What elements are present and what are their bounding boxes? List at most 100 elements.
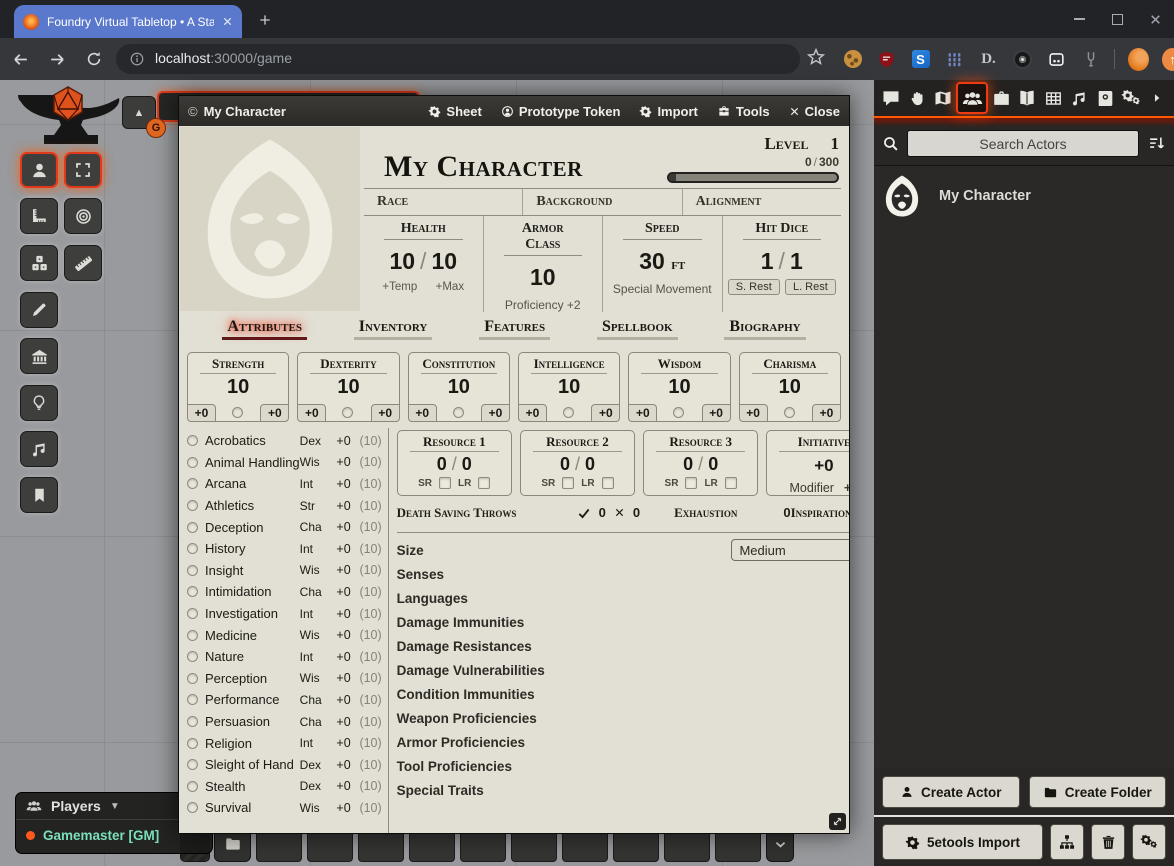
check-mod[interactable]: +0: [371, 404, 400, 422]
check-mod[interactable]: +0: [481, 404, 510, 422]
settings-button[interactable]: [1132, 824, 1166, 860]
save-mod[interactable]: +0: [297, 404, 326, 422]
save-mod[interactable]: +0: [628, 404, 657, 422]
sounds-tool-button[interactable]: [20, 431, 58, 467]
death-success-count[interactable]: 0: [599, 505, 606, 520]
chat-tab-icon[interactable]: [878, 83, 904, 113]
skill-prof-radio[interactable]: [187, 522, 198, 533]
folder-tree-button[interactable]: [1050, 824, 1084, 860]
skill-prof-radio[interactable]: [187, 478, 198, 489]
skill-prof-radio[interactable]: [187, 673, 198, 684]
search-actors-input[interactable]: [907, 130, 1139, 157]
check-mod[interactable]: +0: [591, 404, 620, 422]
tab-features[interactable]: Features: [479, 318, 550, 340]
actor-list-item[interactable]: My Character: [874, 171, 1174, 221]
skill-row[interactable]: PerformanceCha+0(10): [179, 689, 388, 711]
delete-button[interactable]: [1091, 824, 1125, 860]
proficiency-radio[interactable]: [342, 407, 353, 418]
skill-row[interactable]: InvestigationInt+0(10): [179, 603, 388, 625]
skill-row[interactable]: MedicineWis+0(10): [179, 624, 388, 646]
items-tab-icon[interactable]: [988, 83, 1014, 113]
playlists-tab-icon[interactable]: [1066, 83, 1092, 113]
size-select[interactable]: Medium▼: [731, 539, 849, 561]
race-field[interactable]: Race: [364, 189, 523, 215]
skill-row[interactable]: Animal HandlingWis+0(10): [179, 452, 388, 474]
tab-spellbook[interactable]: Spellbook: [597, 318, 678, 340]
skill-prof-radio[interactable]: [187, 694, 198, 705]
dice-tool-button[interactable]: [20, 245, 58, 281]
skill-row[interactable]: AthleticsStr+0(10): [179, 495, 388, 517]
skill-prof-radio[interactable]: [187, 630, 198, 641]
ability-dexterity[interactable]: Dexterity 10 +0 +0: [297, 352, 399, 422]
select-tool-button[interactable]: [64, 152, 102, 188]
skill-row[interactable]: Sleight of HandDex+0(10): [179, 754, 388, 776]
ruler-tool-button[interactable]: [20, 198, 58, 234]
tools-button[interactable]: Tools: [717, 104, 770, 119]
window-maximize-button[interactable]: [1098, 0, 1136, 38]
skill-row[interactable]: HistoryInt+0(10): [179, 538, 388, 560]
character-name[interactable]: My Character: [384, 150, 583, 184]
journal-tab-icon[interactable]: [1014, 83, 1040, 113]
sr-checkbox[interactable]: [685, 477, 697, 489]
token-tool-button[interactable]: [20, 152, 58, 188]
camera-extension-icon[interactable]: [1012, 49, 1033, 70]
skill-prof-radio[interactable]: [187, 738, 198, 749]
ability-strength[interactable]: Strength 10 +0 +0: [187, 352, 289, 422]
proficiency-radio[interactable]: [232, 407, 243, 418]
fork-extension-icon[interactable]: [1080, 49, 1101, 70]
resource-1[interactable]: Resource 1 0/0 SRLR: [397, 430, 512, 496]
window-minimize-button[interactable]: [1060, 0, 1098, 38]
measure-tool-button[interactable]: [64, 245, 102, 281]
background-field[interactable]: Background: [523, 189, 682, 215]
check-mod[interactable]: +0: [702, 404, 731, 422]
site-info-icon[interactable]: [129, 51, 145, 67]
skill-prof-radio[interactable]: [187, 565, 198, 576]
skill-row[interactable]: AcrobaticsDex+0(10): [179, 430, 388, 452]
skill-row[interactable]: SurvivalWis+0(10): [179, 797, 388, 819]
sort-icon[interactable]: [1147, 134, 1166, 153]
sidebar-collapse-icon[interactable]: [1144, 83, 1170, 113]
settings-tab-icon[interactable]: [1118, 83, 1144, 113]
long-rest-button[interactable]: L. Rest: [785, 279, 836, 295]
skill-prof-radio[interactable]: [187, 457, 198, 468]
resource-2[interactable]: Resource 2 0/0 SRLR: [520, 430, 635, 496]
proficiency-radio[interactable]: [784, 407, 795, 418]
hp-temp-label[interactable]: +Temp: [382, 281, 417, 293]
hit-dice-block[interactable]: Hit Dice 1/1 S. Rest L. Rest: [723, 216, 842, 312]
skill-row[interactable]: DeceptionCha+0(10): [179, 516, 388, 538]
initiative-block[interactable]: Initiative +0 Modifier+0: [766, 430, 849, 496]
back-button[interactable]: [3, 42, 37, 76]
skill-prof-radio[interactable]: [187, 435, 198, 446]
armor-class-block[interactable]: Armor Class 10 Proficiency +2: [484, 216, 604, 312]
exhaustion-value[interactable]: 0: [783, 505, 790, 520]
death-fail-count[interactable]: 0: [633, 505, 640, 520]
address-bar[interactable]: localhost:30000/game: [116, 44, 800, 74]
sheet-config-button[interactable]: Sheet: [428, 104, 481, 119]
special-movement-label[interactable]: Special Movement: [603, 282, 722, 296]
tab-biography[interactable]: Biography: [724, 318, 805, 340]
hp-tempmax-label[interactable]: +Max: [436, 281, 464, 293]
ability-intelligence[interactable]: Intelligence 10 +0 +0: [518, 352, 620, 422]
create-folder-button[interactable]: Create Folder: [1029, 776, 1167, 808]
level-value[interactable]: 1: [831, 134, 840, 153]
lr-checkbox[interactable]: [602, 477, 614, 489]
skill-row[interactable]: ReligionInt+0(10): [179, 732, 388, 754]
ability-constitution[interactable]: Constitution 10 +0 +0: [408, 352, 510, 422]
skill-prof-radio[interactable]: [187, 608, 198, 619]
ublock-extension-icon[interactable]: [876, 49, 897, 70]
new-tab-button[interactable]: [252, 7, 278, 33]
proficiency-radio[interactable]: [563, 407, 574, 418]
5etools-import-button[interactable]: 5etools Import: [882, 824, 1043, 860]
window-resize-handle[interactable]: [829, 813, 846, 830]
drawing-tool-button[interactable]: [20, 292, 58, 328]
notes-tool-button[interactable]: [20, 477, 58, 513]
profile-avatar[interactable]: [1128, 49, 1149, 70]
browser-tab[interactable]: Foundry Virtual Tabletop • A Stan: [14, 5, 242, 38]
skill-row[interactable]: IntimidationCha+0(10): [179, 581, 388, 603]
window-close-button[interactable]: [1136, 0, 1174, 38]
bookmark-star-icon[interactable]: [806, 47, 826, 67]
combat-tab-icon[interactable]: [904, 83, 930, 113]
grid-extension-icon[interactable]: [944, 49, 965, 70]
sr-checkbox[interactable]: [439, 477, 451, 489]
reload-button[interactable]: [77, 42, 111, 76]
